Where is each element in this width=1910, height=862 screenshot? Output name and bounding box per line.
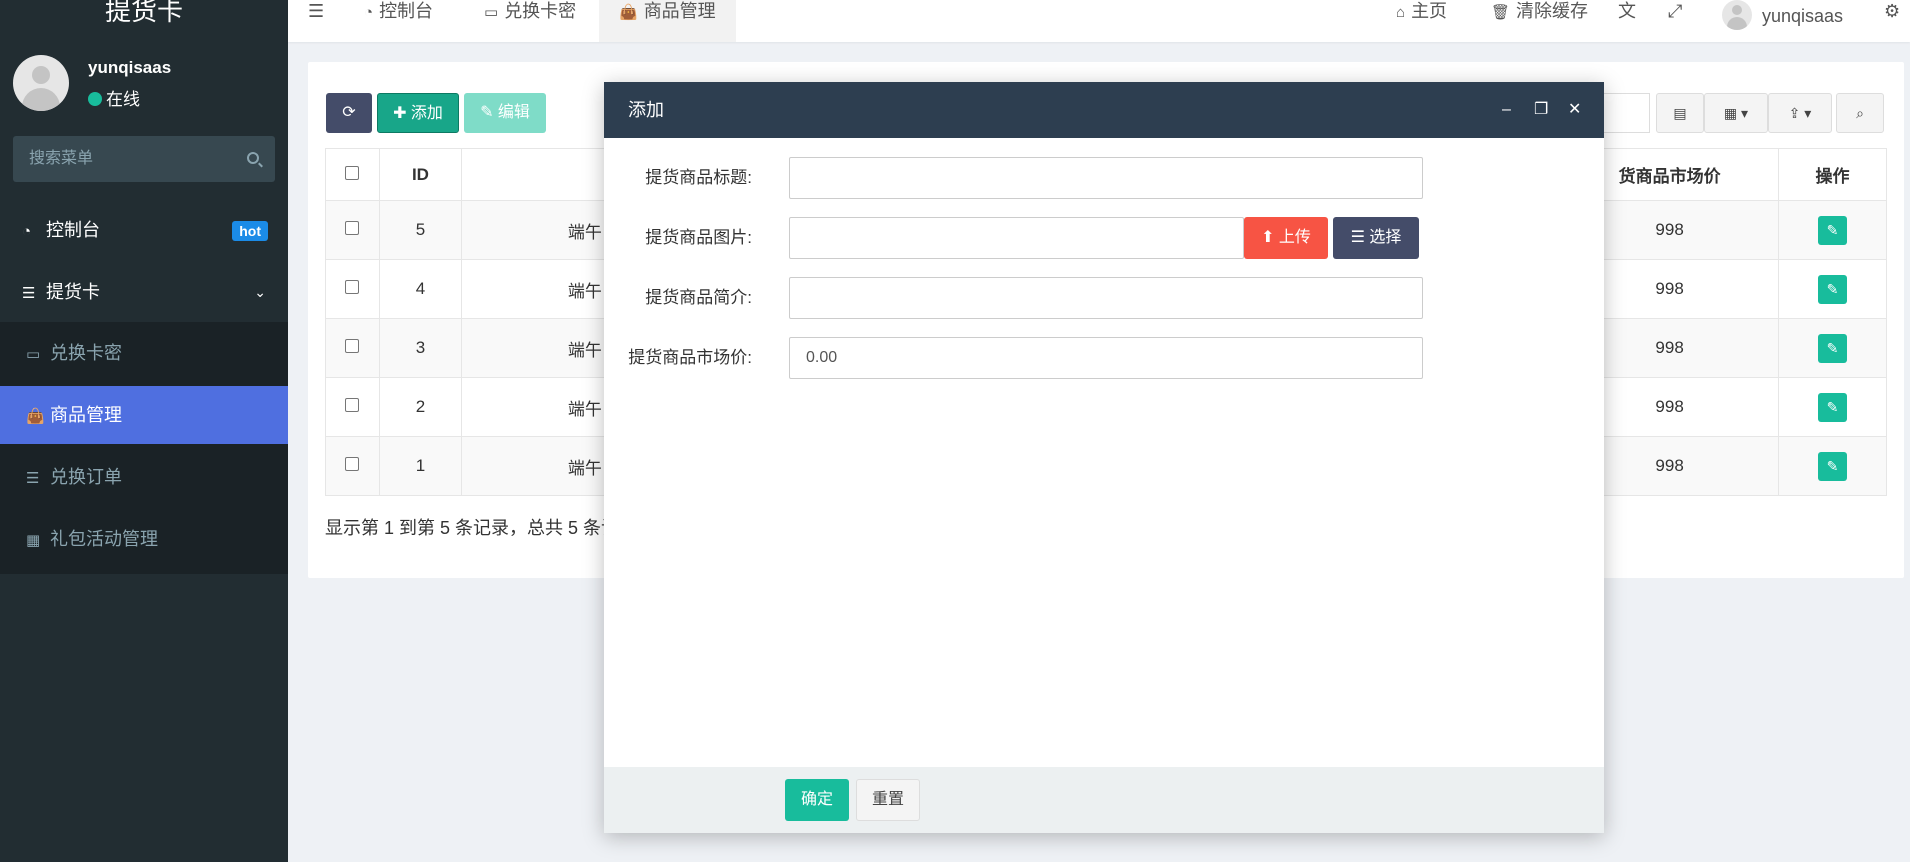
submenu: ▭ 兑换卡密 👜 商品管理 ☰ 兑换订单 ▦ 礼包活动管理	[0, 322, 288, 574]
plus-icon: ✚	[393, 105, 407, 122]
edit-button[interactable]: ✎ 编辑	[464, 93, 546, 133]
pagination-info: 显示第 1 到第 5 条记录，总共 5 条记	[325, 518, 620, 538]
table-icon: ▤	[1673, 105, 1687, 121]
columns-icon: ▦ ▾	[1723, 105, 1749, 121]
bag-icon: 👜	[26, 408, 45, 425]
sidebar-item-dashboard[interactable]: ◔ 控制台 hot	[0, 200, 288, 260]
menu-search-input[interactable]: 搜索菜单	[13, 136, 275, 182]
edit-row-button[interactable]: ✎	[1818, 392, 1848, 422]
user-name: yunqisaas	[88, 58, 172, 77]
form-row-price: 提货商品市场价: 0.00	[604, 337, 1604, 379]
image-label: 提货商品图片:	[645, 228, 752, 247]
columns-button[interactable]: ▦ ▾	[1704, 93, 1768, 133]
sidebar-item-redeem-card[interactable]: ▭ 兑换卡密	[0, 324, 288, 382]
pencil-icon: ✎	[480, 104, 494, 121]
edit-row-button[interactable]: ✎	[1818, 274, 1848, 304]
table-search-input[interactable]	[1598, 93, 1650, 133]
tab-dashboard[interactable]: ◔ 控制台	[364, 0, 433, 42]
search-icon: ⌕	[1856, 105, 1864, 121]
list-icon: ☰	[22, 285, 36, 302]
refresh-icon: ⟳	[342, 104, 356, 121]
online-dot-icon	[88, 92, 102, 106]
form-row-image: 提货商品图片: ⬆ 上传 ☰ 选择	[604, 217, 1604, 259]
image-input[interactable]	[789, 217, 1244, 259]
avatar	[1722, 0, 1752, 30]
list-icon: ☰	[1350, 229, 1365, 246]
add-button[interactable]: ✚ 添加	[377, 93, 459, 133]
select-button[interactable]: ☰ 选择	[1333, 217, 1419, 259]
user-avatar	[13, 55, 69, 111]
bag-icon: 👜	[619, 4, 638, 21]
home-icon: ⌂	[1396, 4, 1406, 21]
tab-product-management[interactable]: 👜 商品管理	[599, 0, 736, 42]
intro-input[interactable]	[789, 277, 1423, 319]
app-logo[interactable]: 提货卡	[0, 0, 288, 30]
dashboard-icon: ◔	[364, 4, 374, 21]
intro-label: 提货商品简介:	[645, 288, 752, 307]
card-icon: ▭	[26, 346, 41, 363]
row-checkbox[interactable]	[345, 280, 360, 294]
edit-row-button[interactable]: ✎	[1818, 333, 1848, 363]
price-label: 提货商品市场价:	[628, 348, 752, 367]
trash-icon: 🗑	[1491, 4, 1511, 21]
export-button[interactable]: ⇪ ▾	[1768, 93, 1832, 133]
home-link[interactable]: ⌂ 主页	[1396, 0, 1447, 42]
gear-icon[interactable]: ⚙	[1884, 0, 1900, 42]
column-header-action: 操作	[1778, 148, 1887, 201]
user-status: 在线	[88, 85, 140, 110]
sidebar-item-redeem-orders[interactable]: ☰ 兑换订单	[0, 448, 288, 506]
modal-title: 添加	[628, 100, 664, 120]
list-icon: ☰	[26, 470, 40, 487]
toggle-view-button[interactable]: ▤	[1656, 93, 1704, 133]
close-icon[interactable]: ✕	[1568, 82, 1581, 138]
title-input[interactable]	[789, 157, 1423, 199]
title-label: 提货商品标题:	[645, 168, 752, 187]
reset-button[interactable]: 重置	[856, 779, 920, 821]
add-product-modal: 添加 – ❐ ✕ 提货商品标题: 提货商品图片: ⬆ 上传 ☰ 选择 提货商品简…	[604, 82, 1604, 833]
row-checkbox[interactable]	[345, 457, 360, 471]
translate-icon[interactable]: 文	[1618, 0, 1636, 42]
sidebar-item-product-management[interactable]: 👜 商品管理	[0, 386, 288, 444]
search-icon[interactable]	[247, 152, 259, 164]
dashboard-icon: ◔	[22, 223, 32, 240]
upload-icon: ⬆	[1261, 229, 1275, 246]
sidebar: 提货卡 yunqisaas 在线 搜索菜单 ◔ 控制台 hot ☰ 提货卡 ⌄ ▭ 兑…	[0, 0, 288, 862]
confirm-button[interactable]: 确定	[785, 779, 849, 821]
modal-footer: 确定 重置	[604, 767, 1604, 833]
edit-row-button[interactable]: ✎	[1818, 451, 1848, 481]
upload-button[interactable]: ⬆ 上传	[1244, 217, 1328, 259]
top-navbar: ☰ ◔ 控制台 ▭ 兑换卡密 👜 商品管理 ⌂ 主页 🗑 清除缓存 文 ⤢ yunqisa…	[288, 0, 1910, 42]
export-icon: ⇪ ▾	[1788, 105, 1812, 121]
price-input[interactable]: 0.00	[789, 337, 1423, 379]
select-all-checkbox[interactable]	[345, 165, 360, 180]
column-header-id[interactable]: ID	[378, 148, 462, 201]
maximize-icon[interactable]: ❐	[1534, 82, 1548, 138]
row-checkbox[interactable]	[345, 398, 360, 412]
edit-row-button[interactable]: ✎	[1818, 215, 1848, 245]
card-icon: ▭	[484, 4, 499, 21]
tab-redeem-card[interactable]: ▭ 兑换卡密	[484, 0, 576, 42]
refresh-button[interactable]: ⟳	[326, 93, 372, 133]
user-menu[interactable]: yunqisaas	[1722, 0, 1843, 42]
sidebar-item-pickup-card[interactable]: ☰ 提货卡 ⌄	[0, 262, 288, 322]
search-button[interactable]: ⌕	[1836, 93, 1884, 133]
chevron-down-icon: ⌄	[254, 284, 266, 300]
minimize-icon[interactable]: –	[1502, 82, 1511, 138]
clear-cache-button[interactable]: 🗑 清除缓存	[1491, 0, 1588, 42]
row-checkbox[interactable]	[345, 221, 360, 235]
grid-icon: ▦	[26, 532, 41, 549]
row-checkbox[interactable]	[345, 339, 360, 353]
sidebar-item-gift-activity[interactable]: ▦ 礼包活动管理	[0, 510, 288, 568]
user-panel: yunqisaas 在线	[0, 50, 288, 120]
form-row-intro: 提货商品简介:	[604, 277, 1604, 319]
form-row-title: 提货商品标题:	[604, 157, 1604, 199]
fullscreen-icon[interactable]: ⤢	[1668, 0, 1682, 42]
hot-badge: hot	[232, 221, 268, 241]
menu-toggle-icon[interactable]: ☰	[308, 0, 324, 42]
modal-header: 添加 – ❐ ✕	[604, 82, 1604, 138]
